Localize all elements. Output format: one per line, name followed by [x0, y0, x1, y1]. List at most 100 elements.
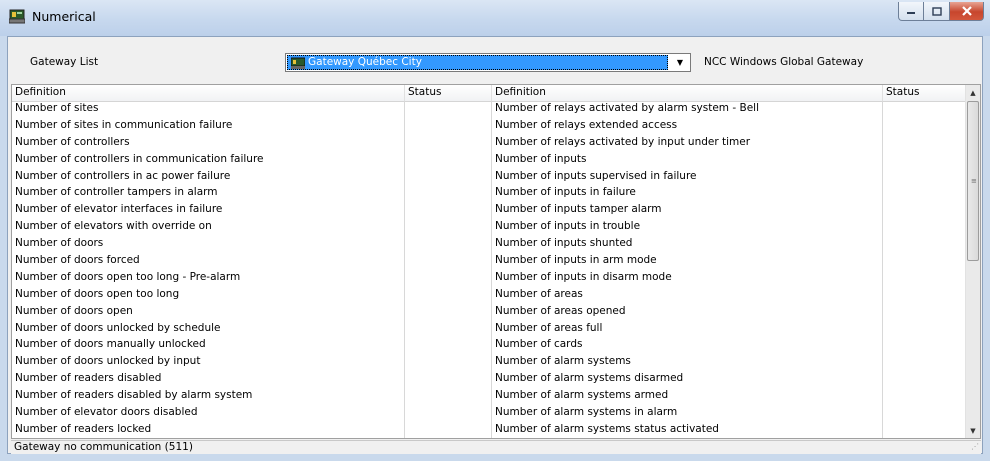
maximize-button[interactable]: [924, 2, 950, 21]
definition-cell: Number of alarm systems armed: [495, 389, 669, 402]
definition-cell: Number of areas opened: [495, 304, 626, 317]
status-cell: [883, 337, 968, 354]
status-cell: [883, 321, 968, 338]
table-row[interactable]: Number of readers locked Number of alarm …: [12, 422, 968, 438]
definition-cell: Number of inputs in failure: [495, 186, 636, 199]
window-title: Numerical: [32, 9, 96, 24]
status-cell: [405, 236, 492, 253]
definition-cell: Number of controller tampers in alarm: [15, 186, 218, 199]
definition-cell: Number of inputs in arm mode: [495, 254, 657, 267]
close-button[interactable]: [950, 2, 984, 21]
gateway-selected-text: Gateway Québec City: [308, 56, 422, 68]
scroll-up-icon[interactable]: ▲: [966, 85, 980, 100]
minimize-icon: [907, 12, 915, 14]
table-row[interactable]: Number of sites Number of relays activate…: [12, 101, 968, 118]
definition-cell: Number of relays activated by alarm syst…: [495, 102, 759, 114]
table-row[interactable]: Number of sites in communication failure…: [12, 118, 968, 135]
table-row[interactable]: Number of doors unlocked by input Number …: [12, 354, 968, 371]
status-cell: [883, 236, 968, 253]
table-row[interactable]: Number of elevator doors disabled Number …: [12, 405, 968, 422]
status-cell: [883, 169, 968, 186]
status-cell: [405, 185, 492, 202]
status-cell: [405, 219, 492, 236]
status-cell: [405, 287, 492, 304]
status-cell: [883, 354, 968, 371]
status-cell: [405, 388, 492, 405]
status-cell: [883, 405, 968, 422]
gateway-app-icon: [8, 8, 26, 24]
definition-cell: Number of doors unlocked by input: [15, 355, 201, 368]
definition-cell: Number of inputs tamper alarm: [495, 203, 662, 216]
status-text: Gateway no communication (511): [14, 441, 193, 453]
status-cell: [405, 253, 492, 270]
definition-cell: Number of controllers: [15, 135, 130, 148]
maximize-icon: [931, 6, 942, 16]
status-cell: [405, 422, 492, 438]
definition-cell: Number of sites in communication failure: [15, 118, 233, 131]
status-cell: [883, 135, 968, 152]
table-row[interactable]: Number of doors Number of inputs shunted: [12, 236, 968, 253]
status-cell: [405, 135, 492, 152]
status-cell: [883, 388, 968, 405]
title-bar[interactable]: Numerical: [0, 0, 990, 36]
scroll-down-icon[interactable]: ▼: [966, 423, 980, 438]
definition-cell: Number of doors forced: [15, 254, 140, 267]
status-cell: [883, 422, 968, 438]
status-cell: [883, 101, 968, 118]
status-cell: [883, 152, 968, 169]
numerical-table: Definition Status Definition Status Numb…: [11, 84, 981, 439]
table-row[interactable]: Number of doors unlocked by schedule Numb…: [12, 321, 968, 338]
column-header-status[interactable]: Status: [405, 85, 492, 101]
definition-cell: Number of doors manually unlocked: [15, 338, 206, 351]
column-header-definition-2[interactable]: Definition: [492, 85, 883, 101]
table-row[interactable]: Number of controllers in ac power failur…: [12, 169, 968, 186]
scrollbar-thumb[interactable]: ≡: [967, 101, 979, 261]
definition-cell: Number of cards: [495, 338, 583, 351]
definition-cell: Number of alarm systems disarmed: [495, 372, 684, 385]
definition-cell: Number of elevator doors disabled: [15, 406, 198, 419]
definition-cell: Number of relays activated by input unde…: [495, 135, 751, 148]
table-row[interactable]: Number of doors manually unlocked Number …: [12, 337, 968, 354]
table-row[interactable]: Number of readers disabled Number of alar…: [12, 371, 968, 388]
status-cell: [405, 321, 492, 338]
column-header-status-2[interactable]: Status: [883, 85, 968, 101]
resize-grip-icon[interactable]: ⋰: [971, 440, 979, 453]
status-cell: [405, 202, 492, 219]
definition-cell: Number of alarm systems status activated: [495, 422, 719, 435]
table-row[interactable]: Number of doors open too long Number of a…: [12, 287, 968, 304]
definition-cell: Number of alarm systems: [495, 355, 631, 368]
vertical-scrollbar[interactable]: ▲ ≡ ▼: [965, 85, 980, 438]
status-cell: [405, 101, 492, 118]
table-row[interactable]: Number of readers disabled by alarm syst…: [12, 388, 968, 405]
table-row[interactable]: Number of controllers Number of relays ac…: [12, 135, 968, 152]
status-cell: [405, 354, 492, 371]
table-row[interactable]: Number of doors forced Number of inputs i…: [12, 253, 968, 270]
status-cell: [883, 304, 968, 321]
definition-cell: Number of sites: [15, 102, 99, 114]
definition-cell: Number of doors open too long: [15, 287, 180, 300]
definition-cell: Number of relays extended access: [495, 118, 678, 131]
table-row[interactable]: Number of controllers in communication f…: [12, 152, 968, 169]
status-cell: [405, 405, 492, 422]
table-row[interactable]: Number of doors open Number of areas open…: [12, 304, 968, 321]
status-cell: [883, 202, 968, 219]
gateway-dropdown[interactable]: Gateway Québec City ▼: [285, 53, 691, 72]
status-cell: [883, 287, 968, 304]
table-header: Definition Status Definition Status: [12, 85, 968, 102]
column-header-definition[interactable]: Definition: [12, 85, 405, 101]
status-cell: [883, 185, 968, 202]
definition-cell: Number of areas: [495, 287, 583, 300]
status-cell: [883, 219, 968, 236]
table-row[interactable]: Number of elevators with override on Numb…: [12, 219, 968, 236]
status-cell: [405, 371, 492, 388]
status-cell: [405, 337, 492, 354]
chevron-down-icon[interactable]: ▼: [670, 54, 690, 71]
minimize-button[interactable]: [898, 2, 924, 21]
table-row[interactable]: Number of elevator interfaces in failure…: [12, 202, 968, 219]
table-row[interactable]: Number of doors open too long - Pre-alar…: [12, 270, 968, 287]
table-row[interactable]: Number of controller tampers in alarm Num…: [12, 185, 968, 202]
status-cell: [405, 118, 492, 135]
client-area: Gateway List Gateway Québec City ▼ NCC W…: [7, 36, 983, 454]
definition-cell: Number of controllers in communication f…: [15, 152, 264, 165]
definition-cell: Number of elevators with override on: [15, 220, 212, 233]
